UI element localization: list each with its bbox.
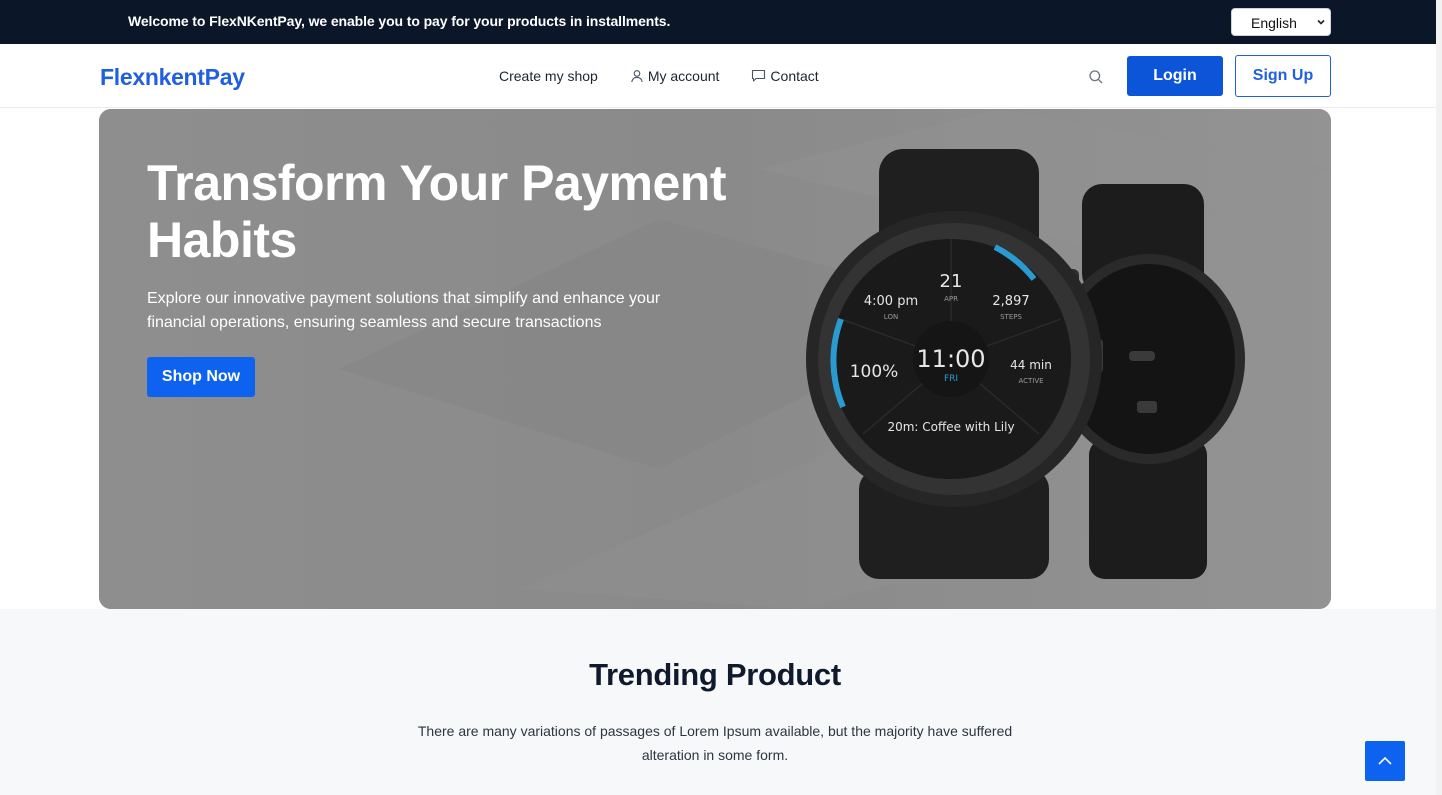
- site-header: FlexnkentPay Create my shop My account C…: [0, 44, 1442, 108]
- language-select[interactable]: English: [1231, 8, 1331, 36]
- nav-label: Create my shop: [499, 68, 598, 84]
- nav-label: Contact: [770, 68, 819, 84]
- svg-text:FRI: FRI: [944, 374, 958, 384]
- hero-title: Transform Your Payment Habits: [147, 155, 727, 268]
- svg-text:44 min: 44 min: [1010, 358, 1052, 372]
- nav-create-my-shop[interactable]: Create my shop: [499, 68, 598, 84]
- search-icon[interactable]: [1088, 69, 1104, 85]
- site-logo[interactable]: FlexnkentPay: [100, 64, 245, 91]
- section-title: Trending Product: [589, 657, 841, 692]
- page-scrollbar[interactable]: [1436, 0, 1442, 795]
- svg-text:LON: LON: [884, 313, 898, 321]
- chevron-down-icon: [1317, 19, 1325, 25]
- svg-text:20m: Coffee with Lily: 20m: Coffee with Lily: [887, 420, 1014, 434]
- smartwatch-image: 21 APR 4:00 pm LON 2,897 STEPS 100% 11:0…: [806, 149, 1245, 579]
- language-select-value: English: [1251, 15, 1297, 31]
- announcement-bar: Welcome to FlexNKentPay, we enable you t…: [0, 0, 1442, 44]
- chat-icon: [752, 69, 766, 82]
- scroll-to-top-button[interactable]: [1365, 741, 1405, 781]
- welcome-message: Welcome to FlexNKentPay, we enable you t…: [128, 13, 671, 29]
- shop-now-button[interactable]: Shop Now: [147, 357, 255, 397]
- svg-text:4:00 pm: 4:00 pm: [864, 294, 918, 309]
- section-description: There are many variations of passages of…: [417, 723, 1013, 763]
- chevron-up-icon: [1378, 756, 1392, 765]
- svg-text:100%: 100%: [850, 362, 899, 382]
- main-nav: Create my shop My account Contact: [499, 68, 851, 84]
- nav-my-account[interactable]: My account: [630, 68, 720, 84]
- nav-label: My account: [647, 68, 720, 84]
- login-button[interactable]: Login: [1127, 56, 1223, 96]
- svg-text:APR: APR: [944, 295, 958, 303]
- trending-section: Trending Product There are many variatio…: [0, 609, 1442, 795]
- svg-text:2,897: 2,897: [992, 294, 1029, 309]
- svg-text:21: 21: [940, 271, 963, 292]
- svg-text:ACTIVE: ACTIVE: [1018, 377, 1043, 385]
- hero-banner: Transform Your Payment Habits Explore ou…: [99, 109, 1331, 609]
- signup-button[interactable]: Sign Up: [1235, 55, 1331, 97]
- svg-text:STEPS: STEPS: [1000, 313, 1022, 321]
- svg-text:11:00: 11:00: [916, 345, 985, 373]
- nav-contact[interactable]: Contact: [751, 68, 819, 84]
- user-icon: [631, 70, 643, 83]
- hero-subtitle: Explore our innovative payment solutions…: [147, 290, 661, 331]
